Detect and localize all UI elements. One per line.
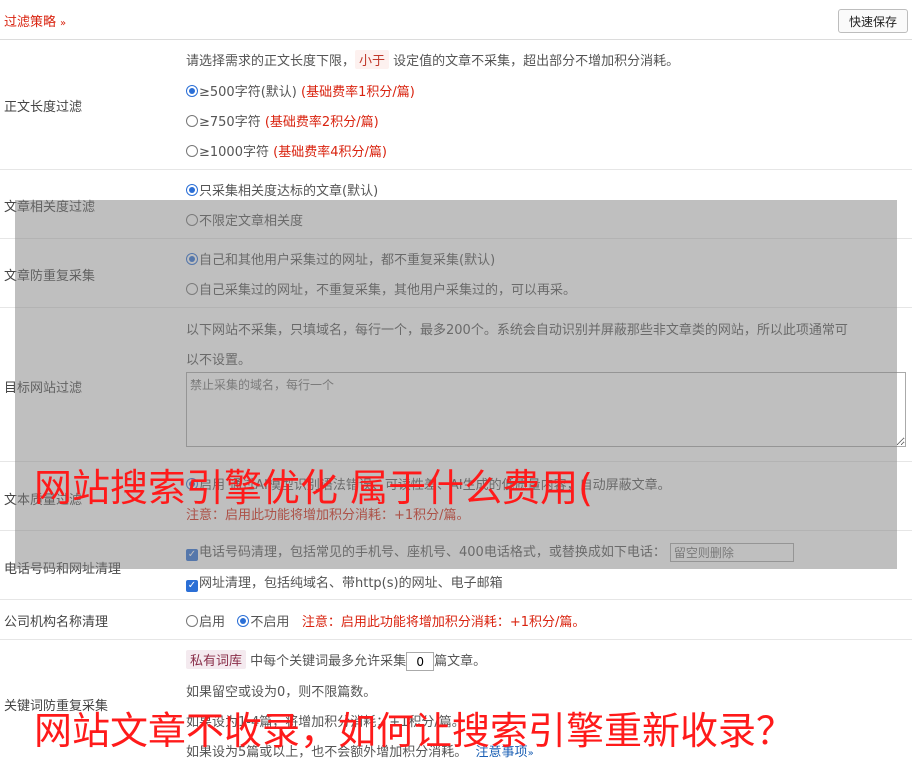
chevron-down-icon: »: [60, 18, 67, 29]
dedupe-row: 文章防重复采集 自己和其他用户采集过的网址，都不重复采集(默认) 自己采集过的网…: [0, 239, 912, 308]
keyword-dedupe-line-2: 如果留空或设为0，则不限篇数。: [186, 685, 377, 700]
section-title[interactable]: 过滤策略»: [4, 11, 66, 30]
phone-url-label: 电话号码和网址清理: [4, 562, 122, 577]
radio-button[interactable]: [237, 615, 250, 627]
length-filter-label: 正文长度过滤: [4, 100, 83, 115]
phone-clean-option[interactable]: ✓ 电话号码清理，包括常见的手机号、座机号、400电话格式，或替换成如下电话：: [186, 541, 794, 562]
org-clean-label: 公司机构名称清理: [4, 615, 109, 630]
site-filter-label: 目标网站过滤: [4, 381, 83, 396]
org-disable-option[interactable]: 不启用: [237, 615, 289, 630]
length-filter-row: 正文长度过滤 请选择需求的正文长度下限， 小于 设定值的文章不采集，超出部分不增加…: [0, 40, 912, 170]
radio-button[interactable]: [186, 615, 198, 627]
relevance-row: 文章相关度过滤 只采集相关度达标的文章(默认) 不限定文章相关度: [0, 170, 912, 239]
relevance-label: 文章相关度过滤: [4, 200, 96, 215]
phone-url-row: 电话号码和网址清理 ✓ 电话号码清理，包括常见的手机号、座机号、400电话格式，或…: [0, 531, 912, 600]
relevance-option-required[interactable]: 只采集相关度达标的文章(默认): [186, 180, 378, 199]
url-clean-option[interactable]: ✓ 网址清理，包括纯域名、带http(s)的网址、电子邮箱: [186, 572, 503, 592]
org-enable-option[interactable]: 启用: [186, 615, 225, 630]
replacement-phone-input[interactable]: [669, 543, 794, 562]
max-articles-input[interactable]: [406, 652, 435, 671]
radio-button[interactable]: [186, 85, 198, 97]
keyword-dedupe-line-1: 私有词库 中每个关键词最多允许采集篇文章。: [186, 650, 486, 671]
site-filter-desc-1: 以下网站不采集，只填域名，每行一个，最多200个。系统会自动识别并屏蔽那些非文章…: [186, 323, 848, 338]
dedupe-option-all[interactable]: 自己和其他用户采集过的网址，都不重复采集(默认): [186, 249, 495, 268]
checkbox-checked-icon[interactable]: ✓: [186, 549, 198, 561]
length-filter-desc: 请选择需求的正文长度下限， 小于 设定值的文章不采集，超出部分不增加积分消耗。: [186, 50, 679, 69]
org-clean-options: 启用 不启用 注意：启用此功能将增加积分消耗：+1积分/篇。: [186, 611, 585, 630]
site-filter-desc-2: 以不设置。: [186, 353, 252, 368]
dedupe-label: 文章防重复采集: [4, 269, 96, 284]
radio-button[interactable]: [186, 214, 198, 226]
private-wordbank-link[interactable]: 私有词库: [186, 650, 247, 669]
radio-button[interactable]: [186, 184, 198, 196]
quick-save-button[interactable]: 快速保存: [838, 9, 908, 33]
less-than-tag: 小于: [355, 50, 390, 69]
dedupe-option-self[interactable]: 自己采集过的网址，不重复采集，其他用户采集过的，可以再采。: [186, 279, 576, 298]
length-option-750[interactable]: ≥750字符 (基础费率2积分/篇): [186, 111, 379, 130]
relevance-option-any[interactable]: 不限定文章相关度: [186, 210, 303, 229]
radio-button[interactable]: [186, 145, 198, 157]
length-option-500[interactable]: ≥500字符(默认) (基础费率1积分/篇): [186, 81, 415, 100]
watermark-title-1: 网站搜索引擎优化 属于什么费用(: [34, 466, 593, 510]
radio-button[interactable]: [186, 115, 198, 127]
radio-button[interactable]: [186, 253, 198, 265]
radio-button[interactable]: [186, 283, 198, 295]
org-clean-row: 公司机构名称清理 启用 不启用 注意：启用此功能将增加积分消耗：+1积分/篇。: [0, 600, 912, 640]
blocked-domains-textarea[interactable]: [186, 372, 906, 447]
checkbox-checked-icon[interactable]: ✓: [186, 580, 198, 592]
filter-strategy-header: 过滤策略» 快速保存: [0, 0, 912, 40]
length-option-1000[interactable]: ≥1000字符 (基础费率4积分/篇): [186, 141, 387, 160]
watermark-title-2: 网站文章不收录，如何让搜索引擎重新收录？: [34, 709, 795, 753]
